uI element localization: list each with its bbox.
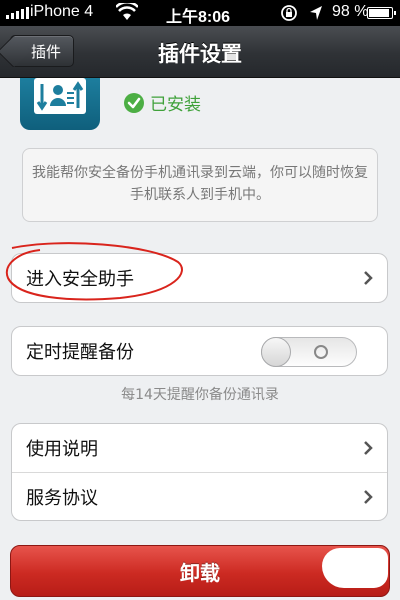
scheduled-reminder-row: 定时提醒备份 [12, 327, 387, 375]
contact-backup-icon [20, 78, 100, 130]
rotation-lock-icon [281, 5, 297, 21]
instructions-row[interactable]: 使用说明 [12, 424, 387, 472]
assistant-group: 进入安全助手 [11, 253, 388, 303]
agreement-row[interactable]: 服务协议 [12, 472, 387, 520]
installed-status: 已安装 [124, 90, 201, 115]
reminder-hint: 每14天提醒你备份通讯录 [121, 387, 279, 403]
enter-assistant-row[interactable]: 进入安全助手 [12, 254, 387, 302]
check-circle-icon [124, 92, 144, 113]
enter-assistant-label: 进入安全助手 [26, 269, 134, 290]
location-icon [310, 6, 322, 20]
navigation-bar: 插件 插件设置 [0, 26, 400, 78]
toggle-off-icon [314, 345, 328, 359]
battery-percent: 98 % [332, 3, 369, 20]
installed-label: 已安装 [150, 95, 201, 115]
page-title: 插件设置 [158, 42, 242, 66]
toggle-knob [261, 337, 291, 367]
clock: 上午8:06 [166, 9, 231, 26]
agreement-label: 服务协议 [26, 487, 98, 509]
chevron-right-icon [364, 271, 373, 285]
redaction-mark [322, 548, 388, 588]
scheduled-reminder-label: 定时提醒备份 [26, 342, 134, 363]
instructions-label: 使用说明 [26, 439, 98, 460]
status-bar: iPhone 4 上午8:06 98 % [0, 0, 400, 26]
plugin-description: 我能帮你安全备份手机通讯录到云端，你可以随时恢复手机联系人到手机中。 [22, 148, 378, 222]
chevron-right-icon [364, 441, 373, 455]
wifi-icon [116, 3, 138, 20]
reminder-toggle[interactable] [261, 337, 357, 367]
battery-icon [367, 7, 396, 19]
signal-icon [6, 7, 29, 19]
reminder-group: 定时提醒备份 [11, 326, 388, 376]
carrier-name: iPhone 4 [30, 3, 94, 20]
info-group: 使用说明 服务协议 [11, 423, 388, 521]
uninstall-label: 卸载 [180, 560, 220, 585]
chevron-right-icon [364, 490, 373, 504]
